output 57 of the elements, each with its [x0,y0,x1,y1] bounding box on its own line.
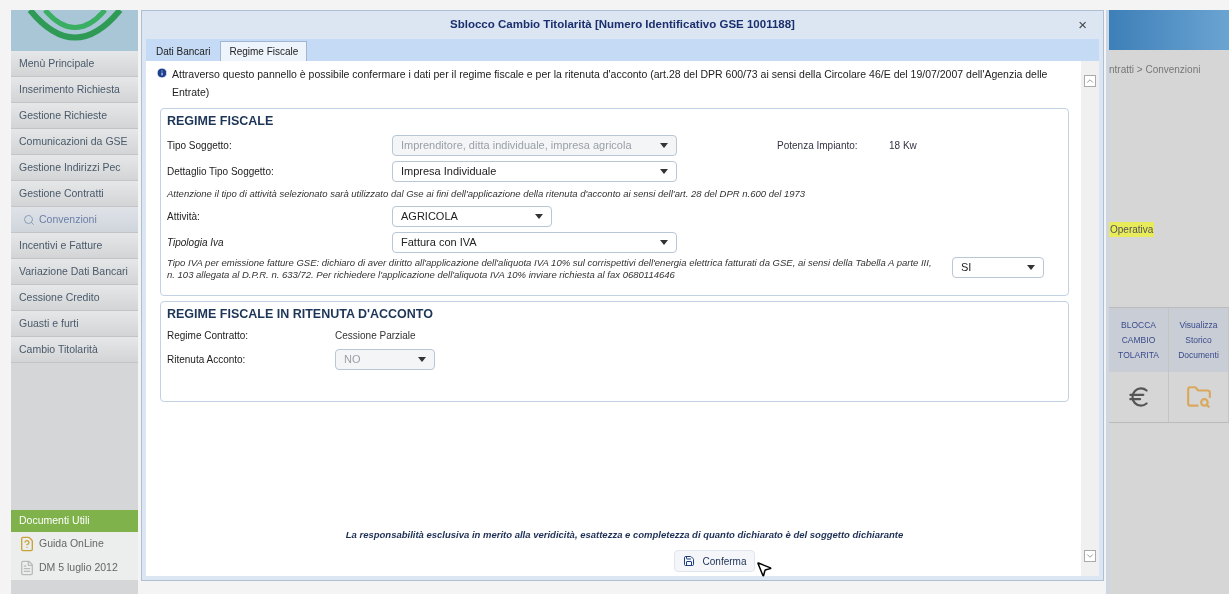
menu-item[interactable]: Comunicazioni da GSE [11,129,138,155]
dropdown-field[interactable]: SI [952,256,1044,278]
action-header: Visualizza Storico Documenti [1169,308,1228,372]
section-header: Documenti Utili [11,510,138,532]
caret-icon [660,142,668,148]
breadcrumb: ntratti > Convenzioni [1109,63,1202,77]
menu-item[interactable]: Menù Principale [11,51,138,77]
field-label: Potenza Impianto: [777,138,859,153]
caret-icon [1027,264,1035,270]
tab[interactable]: Regime Fiscale [220,41,308,61]
field-value: 18 Kw [889,138,917,153]
menu-item[interactable]: Gestione Contratti [11,181,138,207]
dropdown-field[interactable]: Fattura con IVA [392,231,677,253]
field-value: Cessione Parziale [335,329,416,343]
save-icon [682,555,695,567]
field-label: Ritenuta Acconto: [167,352,247,367]
confirm-button[interactable]: Conferma [673,550,756,572]
help-document-icon [19,536,35,552]
document-icon [19,560,35,576]
caret-icon [535,213,543,219]
caret-icon [660,168,668,174]
menu-item[interactable]: Gestione Richieste [11,103,138,129]
caret-icon [418,356,426,362]
note-text: Tipo IVA per emissione fatture GSE: dichiaro di aver diritto all'applicazione dell'aliquota IVA 10% sul corrispettivi dell'energia elettrica fatturati da GSE, ai sensi della Tabella A parte III, n. 103 allegata al D.P.R. n. 633/72. Per richiedere l'applicazione dell'aliquota IVA 10% inviare richiesta al fax 0680114646 [167,256,933,281]
info-icon [156,67,168,79]
menu-item[interactable]: Cessione Credito [11,285,138,311]
field-label: Tipologia Iva [167,235,225,250]
dialog-title: Sblocco Cambio Titolarità [Numero Identificativo GSE 1001188] [450,17,795,33]
menu-item[interactable]: Guasti e furti [11,311,138,337]
field-label: Dettaglio Tipo Soggetto: [167,164,275,179]
scroll-up-icon[interactable] [1084,75,1096,87]
section-title: REGIME FISCALE [167,113,275,130]
tab[interactable]: Dati Bancari [148,41,219,61]
menu-item[interactable]: Cambio Titolarità [11,337,138,363]
folder-search-icon[interactable] [1185,384,1212,410]
close-button[interactable]: × [1078,14,1087,37]
dropdown-field[interactable]: AGRICOLA [392,205,552,227]
caret-icon [660,239,668,245]
section-title: REGIME FISCALE IN RITENUTA D'ACCONTO [167,305,434,323]
field-label: Tipo Soggetto: [167,138,233,153]
dropdown-field[interactable]: Impresa Individuale [392,160,677,182]
scroll-down-icon[interactable] [1084,550,1096,562]
action-header: BLOCCA CAMBIO TOLARITA [1109,308,1168,372]
menu-item[interactable]: Variazione Dati Bancari [11,259,138,285]
menu-item[interactable]: Convenzioni [11,207,138,233]
document-link[interactable]: DM 5 luglio 2012 [11,556,138,580]
menu-item[interactable]: Gestione Indirizzi Pec [11,155,138,181]
note-text: Attenzione il tipo di attività selezionato sarà utilizzato dal Gse ai fini dell'applicazione della ritenuta d'acconto ai sensi dell'art. 28 del DPR n.600 del 1973 [167,186,807,201]
field-label: Attività: [167,209,201,224]
disclaimer-text: La responsabilità esclusiva in merito alla veridicità, esattezza e completezza di quanto dichiarato è del soggetto dichiarante [344,527,905,542]
menu-item[interactable]: Inserimento Richiesta [11,77,138,103]
menu-item[interactable]: Incentivi e Fatture [11,233,138,259]
info-text: Attraverso questo pannello è possibile confermare i dati per il regime fiscale e per la ritenuta d'acconto (art.28 del DPR 600/73 ai sensi della Circolare 46/E del 19/07/2007 dell'Agenzia delle Entrate) [172,67,1049,100]
field-label: Regime Contratto: [167,329,250,343]
search-icon [23,213,35,226]
highlighted-text: Operativa [1109,222,1155,237]
document-link[interactable]: Guida OnLine [11,532,138,556]
